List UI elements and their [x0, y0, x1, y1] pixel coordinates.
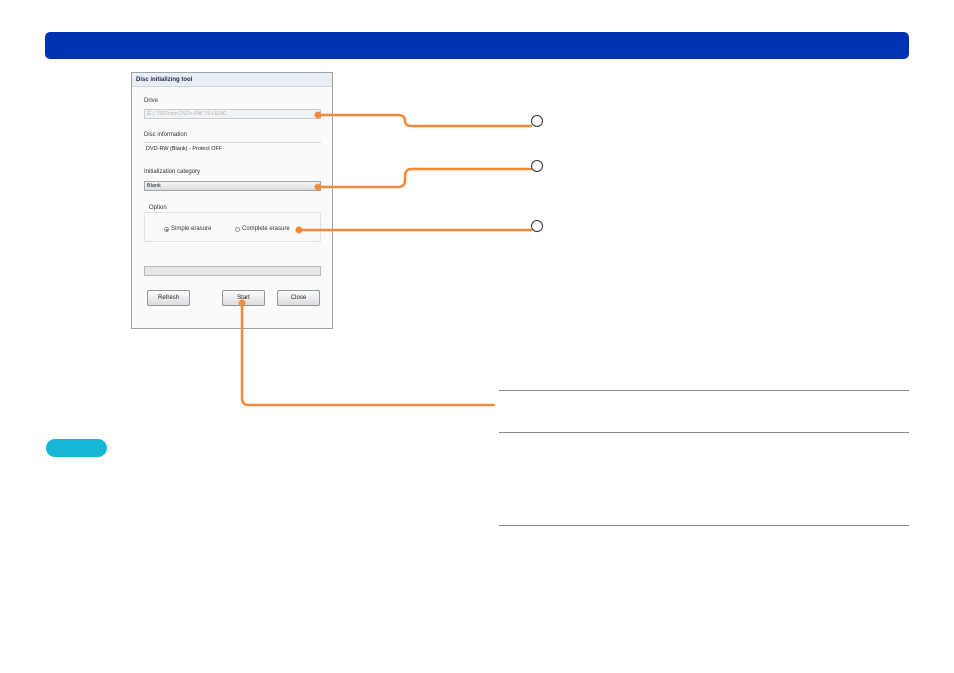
callout-connectors [238, 111, 533, 407]
callout-line-category [316, 167, 533, 189]
callout-dot-start [238, 299, 246, 307]
callout-number-1 [531, 115, 543, 127]
callout-dot-option [295, 226, 303, 234]
callout-line-drive [316, 113, 533, 128]
divider-line-3 [499, 525, 909, 526]
callout-line-start [240, 301, 496, 407]
callout-number-2 [531, 160, 543, 172]
callout-dot-drive [314, 111, 322, 119]
divider-line-2 [499, 432, 909, 433]
note-pill [46, 439, 107, 457]
divider-line-1 [499, 390, 909, 391]
callout-dot-category [314, 183, 322, 191]
callout-number-3 [531, 220, 543, 232]
